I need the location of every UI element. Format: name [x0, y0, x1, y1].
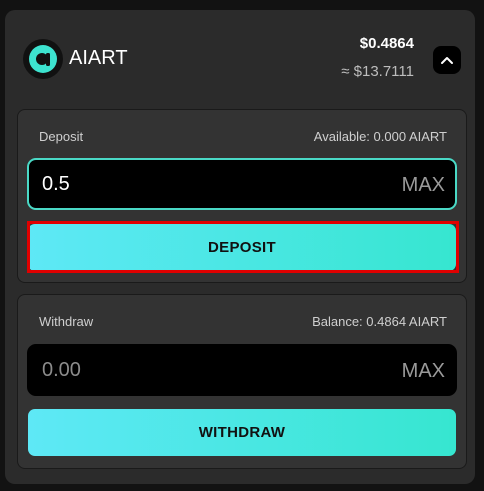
withdraw-label: Withdraw [39, 314, 94, 329]
withdraw-amount-box: MAX [27, 344, 457, 396]
withdraw-panel: Withdraw Balance: 0.4864 AIART MAX WITHD… [17, 294, 467, 469]
withdraw-balance: Balance: 0.4864 AIART [312, 314, 447, 329]
available-balance: Available: 0.000 AIART [313, 129, 447, 144]
deposit-panel: Deposit Available: 0.000 AIART MAX DEPOS… [17, 109, 467, 283]
chevron-up-icon [441, 57, 453, 64]
withdraw-amount-input[interactable] [42, 346, 372, 394]
deposit-amount-input[interactable] [42, 160, 372, 208]
deposit-max-button[interactable]: MAX [402, 174, 445, 197]
token-price: $0.4864 [359, 35, 414, 52]
token-header: AIART $0.4864 ≈ $13.7111 [5, 10, 475, 108]
withdraw-max-button[interactable]: MAX [402, 360, 445, 383]
withdraw-button[interactable]: WITHDRAW [28, 409, 456, 456]
token-name: AIART [69, 47, 128, 69]
deposit-button[interactable]: DEPOSIT [28, 224, 456, 271]
aiart-logo-icon [23, 39, 63, 79]
token-card: AIART $0.4864 ≈ $13.7111 Deposit Availab… [5, 10, 475, 484]
token-value-usd: ≈ $13.7111 [341, 63, 414, 80]
deposit-label: Deposit [39, 129, 84, 144]
deposit-amount-box: MAX [27, 158, 457, 210]
collapse-toggle-button[interactable] [433, 46, 461, 74]
